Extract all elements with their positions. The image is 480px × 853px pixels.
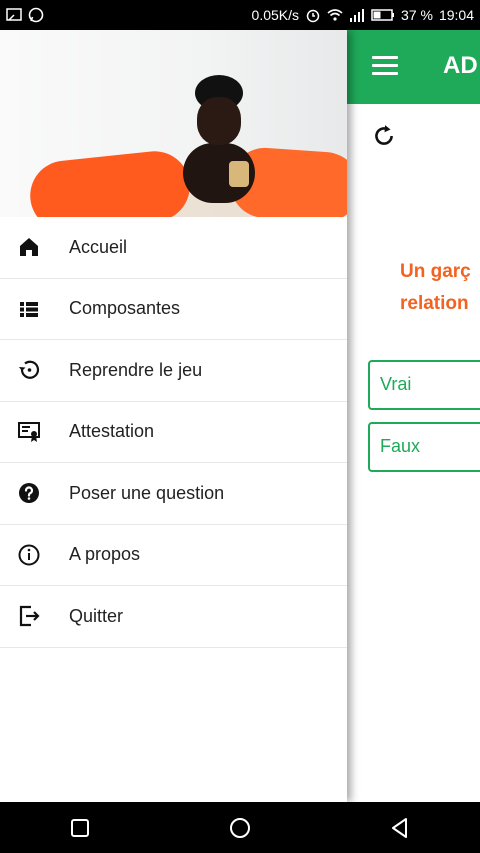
menu-item-accueil[interactable]: Accueil [0,217,347,279]
menu-label: Quitter [69,605,124,626]
menu-label: Attestation [69,421,155,442]
system-navigation-bar [0,802,480,853]
menu-item-attestation[interactable]: Attestation [0,402,347,463]
navigation-drawer: Accueil Composantes Reprendre le jeu Att… [0,30,347,802]
alarm-icon [306,9,320,23]
help-icon [19,483,39,504]
screen-cast-icon [6,8,22,21]
list-icon [20,301,38,317]
back-button-icon[interactable] [386,814,414,842]
status-left [6,7,44,23]
menu-item-reprendre-le-jeu[interactable]: Reprendre le jeu [0,340,347,402]
clock: 19:04 [438,7,474,23]
menu-label: Poser une question [69,482,225,503]
exit-icon [19,606,40,627]
home-icon [20,238,38,257]
certificate-icon [18,421,40,442]
menu-item-poser-une-question[interactable]: Poser une question [0,463,347,525]
wifi-icon [327,9,343,21]
menu-label: Accueil [69,236,128,257]
restore-icon [19,360,40,380]
battery-level: 37 % [401,7,433,23]
drawer-scrim[interactable] [347,30,480,802]
drawer-header-image [0,30,347,217]
battery-icon [371,9,395,21]
info-icon [18,544,40,566]
home-button-icon[interactable] [226,814,254,842]
whatsapp-icon [28,7,44,23]
menu-item-quitter[interactable]: Quitter [0,586,347,648]
menu-item-composantes[interactable]: Composantes [0,279,347,340]
menu-label: Reprendre le jeu [69,359,203,380]
drawer-menu: Accueil Composantes Reprendre le jeu Att… [0,217,347,648]
menu-item-a-propos[interactable]: A propos [0,525,347,586]
signal-icon [350,9,365,22]
recents-button-icon[interactable] [66,814,94,842]
status-bar: 0.05K/s 37 % 19:04 [0,0,480,30]
menu-label: A propos [69,544,141,565]
status-right: 0.05K/s 37 % 19:04 [252,7,474,23]
network-speed: 0.05K/s [251,7,300,23]
menu-label: Composantes [69,298,181,319]
